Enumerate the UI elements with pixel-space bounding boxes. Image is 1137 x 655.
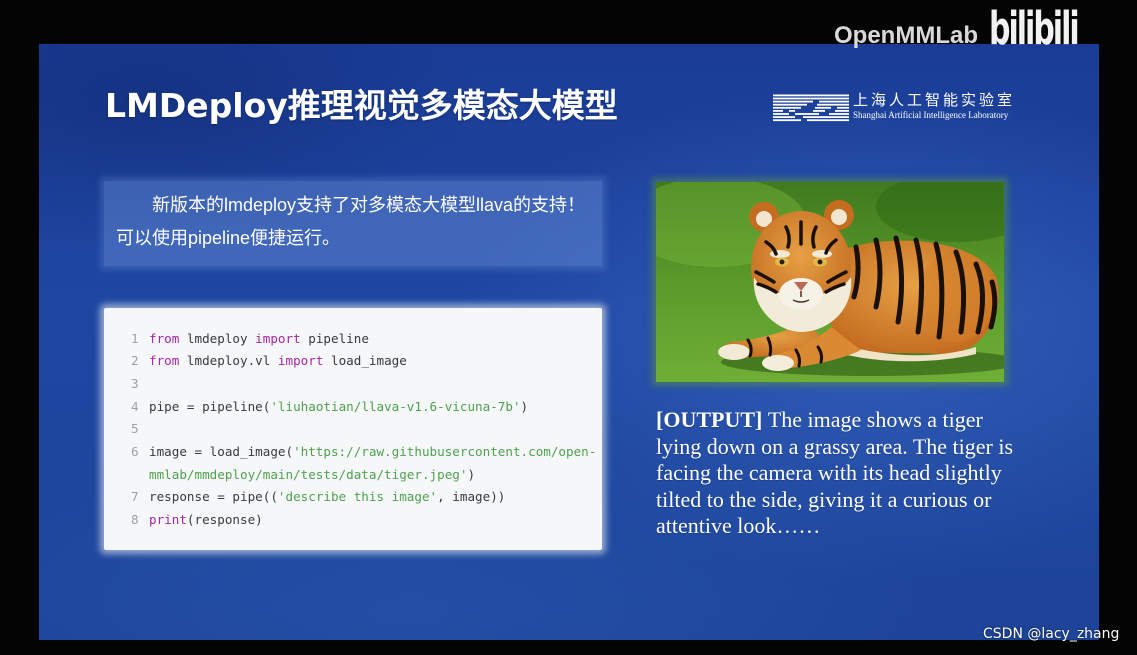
code-keyword: from: [149, 353, 180, 369]
code-text: pipe = pipeline('liuhaotian/llava-v1.6-v…: [149, 396, 600, 419]
csdn-watermark: CSDN @lacy_zhang: [983, 626, 1120, 642]
code-token: ): [467, 466, 476, 482]
code-text: image = load_image('https://raw.githubus…: [149, 441, 600, 486]
code-token: response = pipe((: [149, 489, 278, 505]
output-line: attentive look……: [656, 513, 821, 538]
slide-title: LMDeploy推理视觉多模态大模型: [105, 86, 618, 125]
model-output: [OUTPUT] The image shows a tiger lying do…: [656, 407, 1013, 540]
line-number: 3: [131, 375, 139, 391]
tiger-illustration: [656, 182, 1004, 382]
code-token: image = load_image(: [149, 444, 294, 460]
code-keyword: print: [149, 512, 187, 528]
output-line: lying down on a grassy area. The tiger i…: [656, 433, 1014, 459]
org-logo: 上海人工智能实验室 Shanghai Artificial Intelligen…: [773, 91, 1018, 123]
video-frame: OpenMMLab bilibili LMDeploy推理视觉多模态大模型 上海…: [0, 0, 1137, 655]
org-name-zh: 上海人工智能实验室: [853, 91, 1016, 109]
code-token: ): [520, 398, 529, 414]
intro-line: 新版本的lmdeploy支持了对多模态大模型llava的支持！: [152, 195, 586, 215]
code-line: 4 pipe = pipeline('liuhaotian/llava-v1.6-…: [131, 396, 602, 419]
sail-logo-icon: [773, 94, 849, 122]
code-keyword: import: [277, 353, 324, 369]
tiger-body: [827, 235, 999, 362]
code-text: from lmdeploy import pipeline: [149, 328, 600, 351]
intro-callout: 新版本的lmdeploy支持了对多模态大模型llava的支持！ 可以使用pipe…: [104, 181, 602, 266]
output-label: [OUTPUT]: [656, 407, 763, 432]
line-number: 6: [131, 444, 139, 460]
tiger-photo: [656, 182, 1004, 382]
line-number: 5: [131, 421, 139, 437]
logo-stripes: [773, 94, 849, 122]
output-line: tilted to the side, giving it a curious …: [656, 486, 992, 512]
code-string: 'liuhaotian/llava-v1.6-vicuna-7b': [270, 398, 521, 414]
code-text: print(response): [149, 509, 600, 532]
presentation-slide: LMDeploy推理视觉多模态大模型 上海人工智能实验室 Shanghai Ar…: [39, 44, 1099, 640]
line-number: 4: [131, 398, 139, 414]
code-token: pipeline: [300, 330, 369, 346]
code-block: 1 from lmdeploy import pipeline 2 from lmde…: [104, 308, 602, 550]
code-line: 5: [131, 418, 602, 441]
line-number: 2: [131, 353, 139, 369]
code-token: pipe = pipeline(: [149, 398, 271, 414]
code-line: 8 print(response): [131, 509, 602, 532]
output-text: The image shows a tiger: [767, 407, 983, 432]
intro-line: 可以使用pipeline便捷运行。: [116, 228, 341, 248]
code-token: lmdeploy: [179, 330, 256, 346]
code-token: (response): [186, 512, 263, 528]
openmmlab-watermark: OpenMMLab: [834, 22, 978, 49]
code-line: 2 from lmdeploy.vl import load_image: [131, 350, 602, 373]
code-line: 1 from lmdeploy import pipeline: [131, 328, 602, 351]
code-token: , image)): [437, 489, 506, 505]
code-line: 3: [131, 373, 602, 396]
code-keyword: import: [255, 330, 301, 346]
code-line: 6 image = load_image('https://raw.githubu…: [131, 441, 602, 486]
tiger-head: [749, 200, 854, 332]
output-line: [OUTPUT] The image shows a tiger: [656, 407, 1013, 434]
code-line: 7 response = pipe(('describe this image',…: [131, 486, 602, 509]
code-string: 'describe this image': [277, 489, 438, 505]
line-number: 7: [131, 489, 139, 505]
code-token: lmdeploy.vl: [179, 353, 278, 369]
output-line: facing the camera with its head slightly: [656, 460, 1002, 485]
line-number: 8: [131, 512, 139, 528]
org-name-en: Shanghai Artificial Intelligence Laborat…: [853, 110, 1009, 120]
code-lines: 1 from lmdeploy import pipeline 2 from lmde…: [131, 328, 602, 532]
code-text: from lmdeploy.vl import load_image: [149, 350, 600, 373]
code-text: response = pipe(('describe this image', …: [149, 486, 600, 509]
bilibili-logo: bilibili: [989, 3, 1080, 56]
code-keyword: from: [149, 330, 180, 346]
code-token: load_image: [323, 353, 407, 369]
line-number: 1: [131, 330, 139, 346]
